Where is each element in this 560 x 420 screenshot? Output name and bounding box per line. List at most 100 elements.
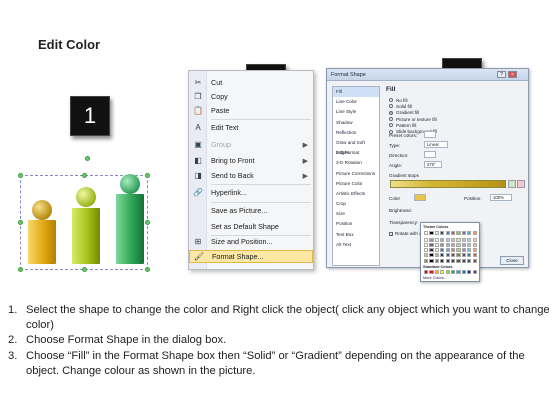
menu-item-group[interactable]: ▣ Group ▶ [189, 138, 313, 151]
color-swatch[interactable] [424, 242, 429, 248]
color-swatch[interactable] [451, 258, 456, 263]
category-line-style[interactable]: Line Style [333, 107, 379, 117]
orange-column[interactable] [28, 220, 56, 264]
menu-item-copy[interactable]: ❐ Copy [189, 90, 313, 103]
color-swatch[interactable] [467, 231, 472, 236]
shape-illustration[interactable] [18, 156, 150, 272]
color-swatch[interactable] [467, 237, 472, 242]
color-swatch[interactable] [445, 231, 450, 236]
lime-ball[interactable] [76, 187, 96, 207]
color-swatch[interactable] [429, 242, 434, 248]
menu-item-bring-to-front[interactable]: ◧ Bring to Front ▶ [189, 154, 313, 167]
color-swatch[interactable] [451, 248, 456, 253]
category-glow-and-soft-edges[interactable]: Glow and Soft Edges [333, 138, 379, 155]
color-swatch[interactable] [472, 237, 477, 242]
color-swatch[interactable] [434, 258, 439, 263]
resize-handle[interactable] [18, 173, 23, 178]
color-swatch[interactable] [445, 253, 450, 258]
radio-icon[interactable] [389, 110, 393, 115]
standard-color-swatch[interactable] [424, 270, 429, 275]
color-swatch[interactable] [434, 242, 439, 248]
color-swatch[interactable] [424, 231, 429, 236]
color-swatch[interactable] [445, 258, 450, 263]
resize-handle[interactable] [145, 267, 150, 272]
menu-item-size-and-position[interactable]: ⊞ Size and Position... [189, 235, 313, 248]
standard-color-swatch[interactable] [434, 270, 439, 275]
menu-item-edit-text[interactable]: A Edit Text [189, 121, 313, 134]
category-shadow[interactable]: Shadow [333, 118, 379, 128]
color-swatch[interactable] [429, 231, 434, 236]
color-swatch[interactable] [451, 237, 456, 242]
color-swatch[interactable] [434, 248, 439, 253]
category-3-d-format[interactable]: 3-D Format [333, 148, 379, 158]
remove-stop-icon[interactable] [517, 180, 525, 188]
color-swatch[interactable] [429, 248, 434, 253]
resize-handle[interactable] [145, 173, 150, 178]
color-swatch[interactable] [472, 248, 477, 253]
color-swatch[interactable] [434, 237, 439, 242]
menu-item-format-shape[interactable]: 🖌 Format Shape... [189, 250, 313, 263]
more-colors-link[interactable]: More Colors... [423, 276, 447, 280]
radio-icon[interactable] [389, 104, 393, 109]
category-crop[interactable]: Crop [333, 199, 379, 209]
add-stop-icon[interactable] [508, 180, 516, 188]
radio-icon[interactable] [389, 117, 393, 122]
gradient-stops-bar[interactable] [390, 180, 506, 188]
menu-item-set-as-default-shape[interactable]: Set as Default Shape [189, 220, 313, 233]
color-swatch[interactable] [424, 248, 429, 253]
close-icon[interactable]: × [508, 71, 517, 78]
color-swatch[interactable] [472, 231, 477, 236]
category-fill[interactable]: Fill [333, 87, 379, 98]
color-swatch[interactable] [445, 242, 450, 248]
direction-dropdown[interactable] [424, 151, 436, 158]
color-swatch[interactable] [429, 253, 434, 258]
standard-color-swatch[interactable] [440, 270, 445, 275]
green-column[interactable] [116, 194, 144, 264]
color-swatch[interactable] [467, 248, 472, 253]
color-swatch[interactable] [472, 242, 477, 248]
color-swatch[interactable] [440, 242, 445, 248]
standard-color-swatch[interactable] [467, 270, 472, 275]
standard-color-swatch[interactable] [445, 270, 450, 275]
lime-column[interactable] [72, 208, 100, 264]
color-swatch[interactable] [461, 231, 466, 236]
color-swatch[interactable] [456, 231, 461, 236]
standard-color-swatch[interactable] [429, 270, 434, 275]
color-swatch[interactable] [472, 258, 477, 263]
menu-item-paste[interactable]: 📋 Paste [189, 104, 313, 117]
color-swatch[interactable] [440, 258, 445, 263]
resize-handle[interactable] [18, 267, 23, 272]
color-swatch[interactable] [456, 237, 461, 242]
color-swatch[interactable] [445, 248, 450, 253]
color-swatch[interactable] [424, 237, 429, 242]
resize-handle[interactable] [82, 173, 87, 178]
resize-handle[interactable] [145, 220, 150, 225]
color-swatch[interactable] [456, 242, 461, 248]
color-swatch[interactable] [429, 237, 434, 242]
close-button[interactable]: Close [500, 256, 524, 265]
color-swatch[interactable] [424, 258, 429, 263]
color-swatch[interactable] [451, 253, 456, 258]
color-swatch[interactable] [456, 248, 461, 253]
category-artistic-effects[interactable]: Artistic Effects [333, 189, 379, 199]
color-swatch[interactable] [451, 231, 456, 236]
resize-handle[interactable] [82, 267, 87, 272]
color-swatch[interactable] [461, 258, 466, 263]
orange-ball[interactable] [32, 200, 52, 220]
color-dropdown[interactable] [414, 194, 426, 201]
resize-handle[interactable] [18, 220, 23, 225]
color-swatch[interactable] [440, 231, 445, 236]
position-input[interactable]: 100% [490, 194, 512, 201]
menu-item-save-as-picture[interactable]: Save as Picture... [189, 204, 313, 217]
color-swatch[interactable] [467, 253, 472, 258]
category-picture-color[interactable]: Picture Color [333, 179, 379, 189]
color-swatch[interactable] [440, 253, 445, 258]
menu-item-send-to-back[interactable]: ◨ Send to Back ▶ [189, 169, 313, 182]
color-swatch[interactable] [461, 253, 466, 258]
color-swatch[interactable] [461, 248, 466, 253]
color-swatch[interactable] [440, 248, 445, 253]
color-swatch[interactable] [456, 258, 461, 263]
color-swatch[interactable] [424, 253, 429, 258]
checkbox-icon[interactable]: ✓ [389, 231, 393, 236]
color-swatch[interactable] [434, 231, 439, 236]
